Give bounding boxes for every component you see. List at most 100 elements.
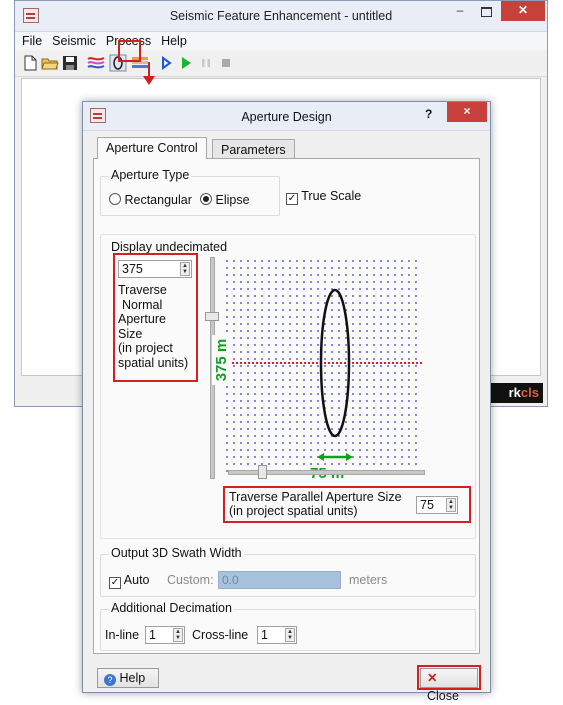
- grid-dot: [394, 400, 396, 402]
- normal-size-spinner-buttons[interactable]: ▲ ▼: [180, 262, 190, 276]
- menu-seismic[interactable]: Seismic: [47, 32, 101, 48]
- grid-dot: [394, 281, 396, 283]
- help-button[interactable]: ? Help: [97, 668, 159, 688]
- play-blue-icon[interactable]: [157, 54, 175, 72]
- dialog-title-bar[interactable]: Aperture Design ? ×: [83, 102, 490, 131]
- custom-width-input[interactable]: 0.0: [218, 571, 341, 589]
- grid-dot: [289, 330, 291, 332]
- grid-dot: [331, 309, 333, 311]
- menu-help[interactable]: Help: [156, 32, 192, 48]
- radio-rectangular[interactable]: Rectangular: [109, 193, 192, 207]
- true-scale-check-icon[interactable]: ✓: [286, 193, 298, 205]
- close-button[interactable]: ✕ Close: [420, 668, 478, 703]
- grid-dot: [233, 435, 235, 437]
- crossline-label: Cross-line: [192, 628, 249, 642]
- normal-size-label: Traverse Normal Aperture Size (in projec…: [118, 283, 188, 370]
- inline-spinner[interactable]: 1 ▲ ▼: [145, 626, 185, 644]
- grid-dot: [359, 281, 361, 283]
- grid-dot: [345, 281, 347, 283]
- grid-dot: [415, 358, 417, 360]
- dialog-help-icon[interactable]: ?: [425, 107, 432, 121]
- grid-dot: [275, 351, 277, 353]
- pause-icon[interactable]: [197, 54, 215, 72]
- normal-size-spinner[interactable]: 375 ▲ ▼: [118, 260, 192, 278]
- crossline-spinner-buttons[interactable]: ▲ ▼: [285, 628, 295, 642]
- grid-dot: [380, 449, 382, 451]
- grid-dot: [401, 449, 403, 451]
- grid-dot: [268, 386, 270, 388]
- grid-dot: [366, 449, 368, 451]
- grid-dot: [415, 372, 417, 374]
- grid-dot: [296, 316, 298, 318]
- grid-dot: [408, 358, 410, 360]
- tab-parameters[interactable]: Parameters: [212, 139, 295, 159]
- inline-spinner-buttons[interactable]: ▲ ▼: [173, 628, 183, 642]
- crossline-spinner[interactable]: 1 ▲ ▼: [257, 626, 297, 644]
- grid-dot: [254, 316, 256, 318]
- tab-aperture-control[interactable]: Aperture Control: [97, 137, 207, 159]
- grid-dot: [401, 358, 403, 360]
- radio-elipse[interactable]: Elipse: [200, 193, 250, 207]
- grid-dot: [359, 407, 361, 409]
- parallel-size-slider-thumb[interactable]: [258, 465, 267, 479]
- normal-size-label-line6: spatial units): [118, 355, 189, 370]
- grid-dot: [282, 330, 284, 332]
- grid-dot: [247, 456, 249, 458]
- grid-dot: [415, 295, 417, 297]
- grid-dot: [296, 428, 298, 430]
- grid-dot: [261, 372, 263, 374]
- new-file-icon[interactable]: [21, 54, 39, 72]
- main-title-bar[interactable]: Seismic Feature Enhancement - untitled –…: [15, 1, 547, 32]
- grid-dot: [366, 463, 368, 465]
- grid-dot: [268, 288, 270, 290]
- true-scale-checkbox[interactable]: ✓ True Scale: [286, 189, 361, 205]
- grid-dot: [387, 365, 389, 367]
- grid-dot: [415, 260, 417, 262]
- parallel-size-spinner-buttons[interactable]: ▲ ▼: [446, 498, 456, 512]
- grid-dot: [247, 337, 249, 339]
- grid-dot: [282, 351, 284, 353]
- stop-icon[interactable]: [217, 54, 235, 72]
- menu-file[interactable]: File: [17, 32, 47, 48]
- grid-dot: [261, 456, 263, 458]
- grid-dot: [268, 267, 270, 269]
- grid-dot: [366, 281, 368, 283]
- dialog-close-icon[interactable]: ×: [447, 102, 487, 122]
- run-green-icon[interactable]: [177, 54, 195, 72]
- grid-dot: [401, 365, 403, 367]
- radio-rectangular-label: Rectangular: [124, 193, 192, 207]
- auto-checkbox[interactable]: ✓ Auto: [109, 573, 150, 589]
- radio-elipse-icon[interactable]: [200, 193, 212, 205]
- grid-dot: [310, 407, 312, 409]
- grid-dot: [254, 295, 256, 297]
- grid-dot: [408, 281, 410, 283]
- radio-rectangular-icon[interactable]: [109, 193, 121, 205]
- normal-size-label-line5: (in project: [118, 341, 173, 355]
- grid-dot: [338, 337, 340, 339]
- grid-dot: [401, 351, 403, 353]
- normal-size-value: 375: [122, 262, 143, 276]
- seismic-color-icon[interactable]: [87, 54, 105, 72]
- grid-dot: [275, 295, 277, 297]
- grid-dot: [387, 379, 389, 381]
- grid-dot: [247, 449, 249, 451]
- open-folder-icon[interactable]: [41, 54, 59, 72]
- auto-check-icon[interactable]: ✓: [109, 577, 121, 589]
- normal-size-slider-thumb[interactable]: [205, 312, 219, 321]
- save-icon[interactable]: [61, 54, 79, 72]
- grid-dot: [408, 435, 410, 437]
- grid-dot: [226, 316, 228, 318]
- grid-dot: [359, 428, 361, 430]
- parallel-size-spinner[interactable]: 75 ▲ ▼: [416, 496, 458, 514]
- grid-dot: [289, 281, 291, 283]
- grid-dot: [310, 449, 312, 451]
- grid-dot: [261, 260, 263, 262]
- grid-dot: [380, 288, 382, 290]
- window-close-button[interactable]: ✕: [501, 1, 545, 21]
- grid-dot: [240, 435, 242, 437]
- maximize-button[interactable]: [473, 1, 499, 21]
- grid-dot: [415, 281, 417, 283]
- parallel-size-value: 75: [420, 498, 434, 512]
- grid-dot: [394, 407, 396, 409]
- minimize-button[interactable]: –: [447, 1, 473, 21]
